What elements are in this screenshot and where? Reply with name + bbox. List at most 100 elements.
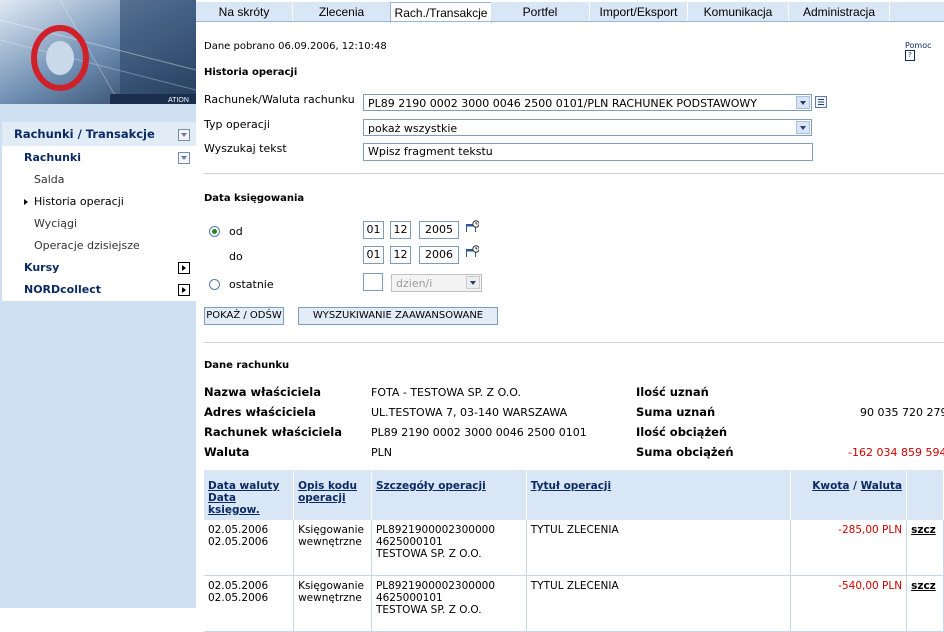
history-title: Historia operacji bbox=[204, 67, 298, 78]
to-month-input[interactable]: 12 bbox=[390, 246, 411, 264]
col-header-extra bbox=[906, 470, 944, 520]
advanced-search-button[interactable]: WYSZUKIWANIE ZAAWANSOWANE bbox=[298, 307, 498, 325]
sidebar-item-label: Kursy bbox=[24, 261, 60, 274]
chevron-down-icon[interactable] bbox=[796, 96, 810, 109]
tab-na-skroty[interactable]: Na skróty bbox=[196, 2, 293, 22]
arrow-right-icon bbox=[24, 199, 28, 205]
show-refresh-button[interactable]: POKAŻ / ODŚW bbox=[204, 307, 284, 325]
help-label: Pomoc bbox=[905, 41, 932, 50]
owner-account-label: Rachunek właściciela bbox=[204, 425, 342, 439]
last-unit-value: dzien/i bbox=[396, 277, 433, 290]
calendar-icon[interactable] bbox=[466, 245, 479, 257]
to-year-input[interactable]: 2006 bbox=[419, 246, 459, 264]
to-day-input[interactable]: 01 bbox=[363, 246, 384, 264]
sidebar-item-label: Wyciągi bbox=[34, 217, 78, 230]
radio-last[interactable] bbox=[209, 279, 220, 290]
col-header-code1[interactable]: Opis kodu bbox=[298, 480, 357, 492]
owner-address-label: Adres właściciela bbox=[204, 405, 316, 419]
tab-administracja[interactable]: Administracja bbox=[789, 2, 890, 22]
type-select[interactable]: pokaż wszystkie bbox=[363, 119, 812, 136]
fetched-timestamp: Dane pobrano 06.09.2006, 12:10:48 bbox=[204, 41, 387, 52]
details-line2: 4625000101 bbox=[375, 536, 443, 548]
owner-account-value: PL89 2190 0002 3000 0046 2500 0101 bbox=[371, 426, 587, 439]
sidebar-item-nordcollect[interactable]: NORDcollect bbox=[2, 279, 196, 301]
tab-import-eksport[interactable]: Import/Eksport bbox=[590, 2, 688, 22]
col-header-details-label[interactable]: Szczegóły operacji bbox=[376, 480, 486, 492]
expand-icon[interactable] bbox=[178, 262, 190, 274]
calendar-icon[interactable] bbox=[466, 220, 479, 232]
details-line1: PL8921900002300000 bbox=[375, 524, 496, 536]
account-select[interactable]: PL89 2190 0002 3000 0046 2500 0101/PLN R… bbox=[363, 94, 812, 111]
cell-code: Księgowanie wewnętrzne bbox=[293, 520, 372, 576]
from-day-input[interactable]: 01 bbox=[363, 221, 384, 239]
col-header-title-label[interactable]: Tytuł operacji bbox=[531, 480, 611, 492]
main-content: Dane pobrano 06.09.2006, 12:10:48 Pomoc … bbox=[204, 22, 944, 632]
top-tabs: Na skróty Zlecenia Rach./Transakcje Port… bbox=[196, 0, 944, 23]
cell-amount: -540,00 PLN bbox=[790, 575, 908, 632]
chevron-down-icon[interactable] bbox=[796, 121, 810, 134]
table-row[interactable]: 02.05.2006 02.05.2006 Księgowanie wewnętrz… bbox=[204, 575, 944, 632]
collapse-icon[interactable] bbox=[178, 152, 190, 164]
cell-title: TYTUL ZLECENIA bbox=[526, 520, 791, 576]
details-link[interactable]: szcz bbox=[906, 575, 944, 632]
collapse-icon[interactable] bbox=[178, 129, 190, 141]
col-header-date1[interactable]: Data waluty bbox=[208, 480, 279, 492]
col-header-slash: / bbox=[853, 480, 857, 492]
expand-icon[interactable] bbox=[178, 284, 190, 296]
credits-sum-label: Suma uznań bbox=[636, 405, 716, 419]
tab-rach-transakcje[interactable]: Rach./Transakcje bbox=[390, 2, 492, 23]
from-year-input[interactable]: 2005 bbox=[419, 221, 459, 239]
from-label: od bbox=[229, 225, 243, 238]
sidebar-item-kursy[interactable]: Kursy bbox=[2, 257, 196, 279]
debits-sum-value: -162 034 859 594, bbox=[848, 446, 944, 459]
cell-code: Księgowanie wewnętrzne bbox=[293, 575, 372, 632]
sidebar: Rachunki / Transakcje Rachunki Salda His… bbox=[0, 104, 196, 608]
sidebar-item-rachunki-transakcje[interactable]: Rachunki / Transakcje bbox=[2, 122, 196, 147]
type-select-value: pokaż wszystkie bbox=[368, 122, 458, 135]
booking-date: 02.05.2006 bbox=[208, 536, 269, 548]
tab-zlecenia[interactable]: Zlecenia bbox=[293, 2, 391, 22]
col-header-currency-label[interactable]: Waluta bbox=[861, 480, 902, 492]
to-label: do bbox=[229, 250, 243, 263]
sidebar-item-rachunki[interactable]: Rachunki bbox=[2, 147, 196, 169]
credits-count-label: Ilość uznań bbox=[636, 385, 709, 399]
help-icon[interactable]: ? bbox=[905, 50, 915, 61]
sidebar-item-wyciagi[interactable]: Wyciągi bbox=[2, 213, 196, 235]
sidebar-item-operacje-dzisiejsze[interactable]: Operacje dzisiejsze bbox=[2, 235, 196, 257]
currency-value: PLN bbox=[371, 446, 392, 459]
tab-komunikacja[interactable]: Komunikacja bbox=[688, 2, 789, 22]
debits-sum-label: Suma obciążeń bbox=[636, 445, 734, 459]
last-count-input[interactable] bbox=[363, 273, 383, 291]
help-link[interactable]: Pomoc ? bbox=[905, 41, 944, 61]
details-line3: TESTOWA SP. Z O.O. bbox=[375, 548, 482, 560]
list-icon[interactable] bbox=[815, 96, 827, 108]
account-data-title: Dane rachunku bbox=[204, 360, 290, 371]
last-unit-select[interactable]: dzien/i bbox=[391, 274, 482, 292]
col-header-details[interactable]: Szczegóły operacji bbox=[371, 470, 527, 520]
table-row[interactable]: 02.05.2006 02.05.2006 Księgowanie wewnętrz… bbox=[204, 520, 944, 576]
col-header-amount[interactable]: Kwota / Waluta bbox=[790, 470, 908, 520]
account-label: Rachunek/Waluta rachunku bbox=[204, 93, 355, 106]
owner-name-label: Nazwa właściciela bbox=[204, 385, 321, 399]
logo: ATION bbox=[0, 0, 196, 104]
col-header-code2[interactable]: operacji bbox=[298, 492, 346, 504]
col-header-title[interactable]: Tytuł operacji bbox=[526, 470, 791, 520]
sidebar-item-salda[interactable]: Salda bbox=[2, 169, 196, 191]
tab-filler bbox=[890, 2, 944, 22]
radio-from-to[interactable] bbox=[209, 226, 220, 237]
owner-address-value: UL.TESTOWA 7, 03-140 WARSZAWA bbox=[371, 406, 568, 419]
col-header-amount-label[interactable]: Kwota bbox=[812, 480, 849, 492]
col-header-code[interactable]: Opis kodu operacji bbox=[293, 470, 372, 520]
from-month-input[interactable]: 12 bbox=[390, 221, 411, 239]
booking-date: 02.05.2006 bbox=[208, 592, 269, 604]
sidebar-item-label: Rachunki bbox=[24, 151, 81, 164]
col-header-date2[interactable]: Data księgow. bbox=[208, 492, 260, 516]
details-link[interactable]: szcz bbox=[906, 520, 944, 576]
search-input[interactable]: Wpisz fragment tekstu bbox=[363, 143, 813, 161]
last-label: ostatnie bbox=[229, 278, 274, 291]
chevron-down-icon[interactable] bbox=[466, 276, 480, 289]
col-header-date[interactable]: Data waluty Data księgow. bbox=[204, 470, 295, 520]
logo-caption: ATION bbox=[168, 97, 189, 104]
tab-portfel[interactable]: Portfel bbox=[491, 2, 590, 22]
sidebar-item-historia-operacji[interactable]: Historia operacji bbox=[2, 191, 196, 213]
